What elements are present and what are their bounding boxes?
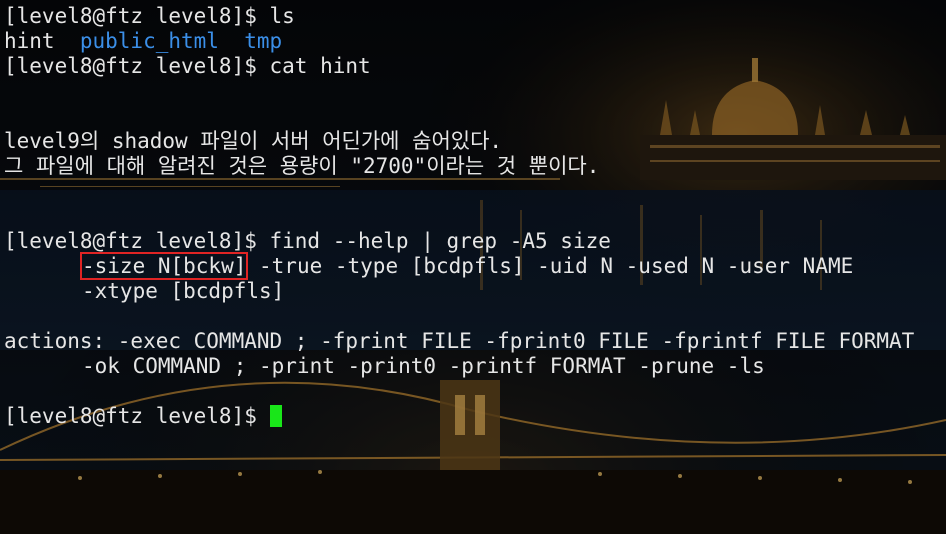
output-text: -true -type [bcdpfls] -uid N -used N -us… [246,254,854,278]
prompt-line-current[interactable]: [level8@ftz level8]$ [4,404,946,429]
hint-text: level9의 shadow 파일이 서버 어딘가에 숨어있다. [4,129,503,153]
dir-tmp: tmp [244,29,283,53]
ls-output-line: hint public_html tmp [4,29,946,54]
output-text: actions: -exec COMMAND ; -fprint FILE -f… [4,329,915,353]
command-text: [level8@ftz level8]$ cat hint [4,54,371,78]
terminal-output: [level8@ftz level8]$ ls hint public_html… [4,4,946,429]
command-text: [level8@ftz level8]$ ls [4,4,295,28]
output-text: -xtype [bcdpfls] [82,279,285,303]
find-help-line-actions: actions: -exec COMMAND ; -fprint FILE -f… [4,329,946,354]
file-hint: hint [4,29,80,53]
prompt-line-ls: [level8@ftz level8]$ ls [4,4,946,29]
prompt-text: [level8@ftz level8]$ [4,404,270,428]
find-help-line-ok: -ok COMMAND ; -print -print0 -printf FOR… [4,354,946,379]
terminal-window[interactable]: [level8@ftz level8]$ ls hint public_html… [0,0,946,534]
command-text: [level8@ftz level8]$ find --help | grep … [4,229,611,253]
hint-text: 그 파일에 대해 알려진 것은 용량이 "2700"이라는 것 뿐이다. [4,154,600,178]
prompt-line-find: [level8@ftz level8]$ find --help | grep … [4,229,946,254]
find-help-line-size: -size N[bckw] -true -type [bcdpfls] -uid… [4,252,946,280]
hint-line-2: 그 파일에 대해 알려진 것은 용량이 "2700"이라는 것 뿐이다. [4,154,946,179]
prompt-line-cat: [level8@ftz level8]$ cat hint [4,54,946,79]
highlighted-size-option: -size N[bckw] [79,252,249,280]
output-text: -ok COMMAND ; -print -print0 -printf FOR… [82,354,765,378]
find-help-line-xtype: -xtype [bcdpfls] [4,279,946,304]
text-cursor[interactable] [269,405,282,427]
spacer-text [219,29,244,53]
dir-public-html: public_html [79,29,219,53]
hint-line-1: level9의 shadow 파일이 서버 어딘가에 숨어있다. [4,129,946,154]
